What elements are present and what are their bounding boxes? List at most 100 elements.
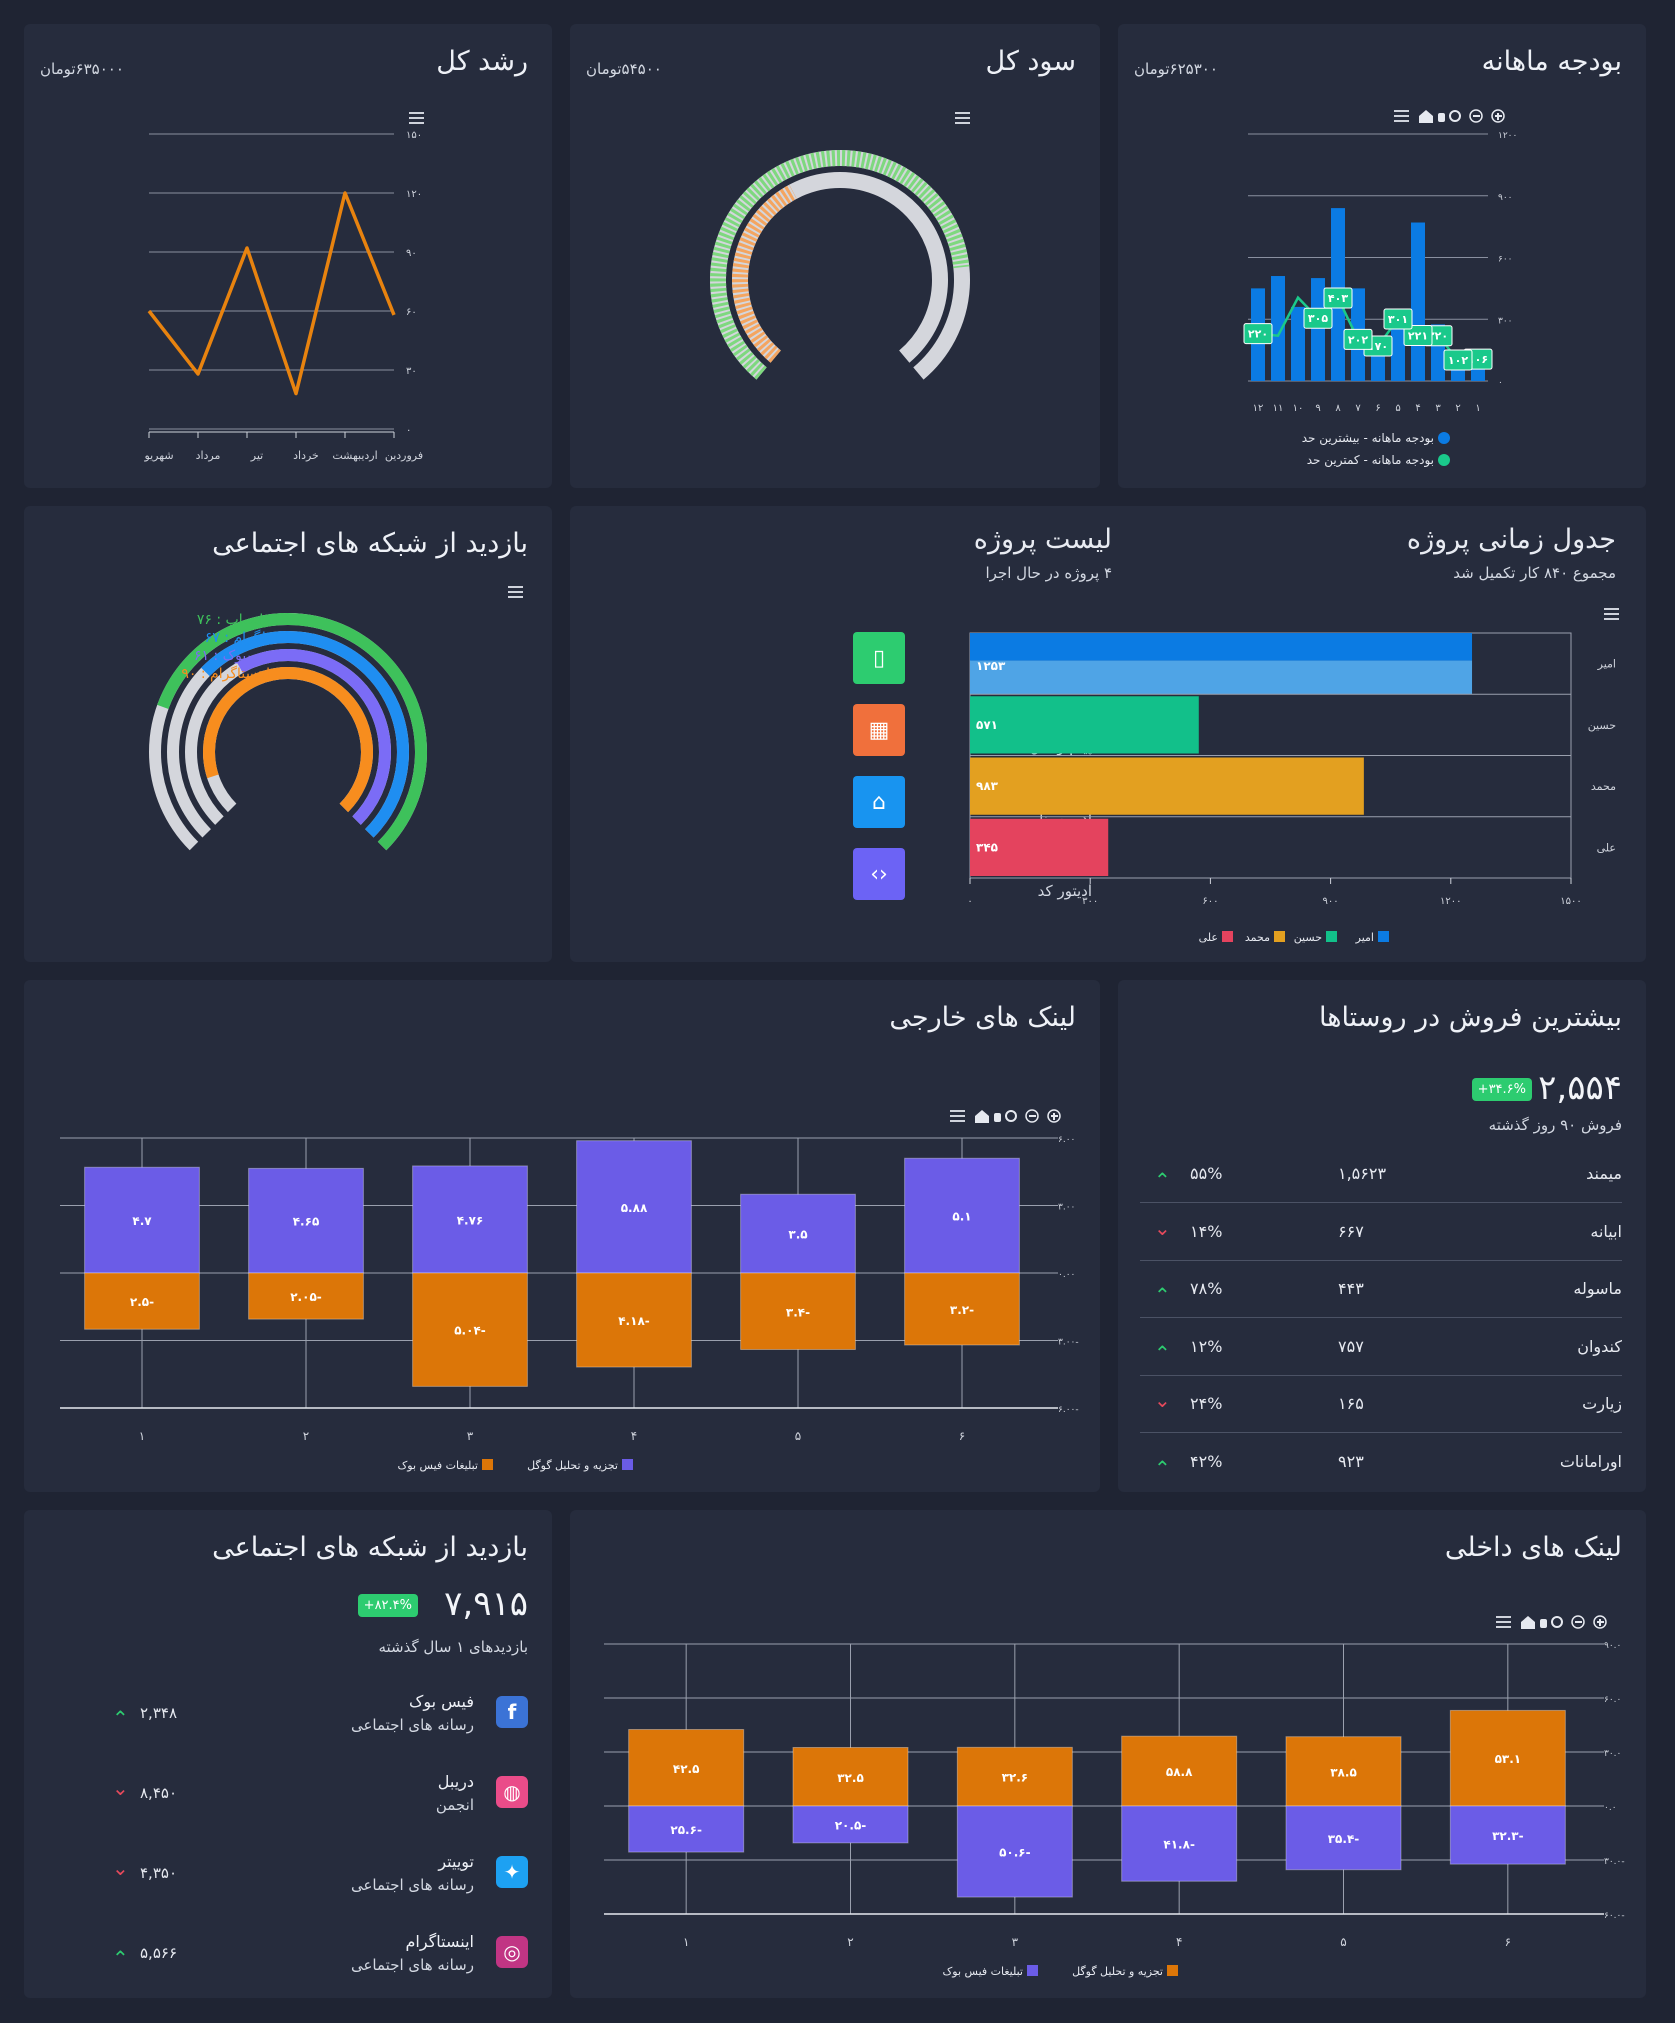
village-divider: [1140, 1202, 1622, 1203]
int-bar-label: ۳۲.۶: [1002, 1771, 1029, 1785]
timeline-bar: [970, 633, 1473, 661]
villages-subtitle: فروش ۹۰ روز گذشته: [1488, 1116, 1622, 1134]
social-legend-marker: [276, 613, 288, 625]
ext-zoom-in-icon: [1053, 1113, 1055, 1120]
village-pct: ۱۴%: [1190, 1221, 1223, 1241]
ext-pan-icon: [994, 1113, 1001, 1122]
ext-menu-icon: [950, 1115, 965, 1117]
int-menu-icon: [1496, 1626, 1511, 1628]
budget-x-tick: ۱۲: [1253, 403, 1264, 414]
ext-x-tick: ۶: [959, 1429, 965, 1443]
int-bar-label: ۵۳.۱: [1495, 1752, 1522, 1766]
social-menu-icon: [508, 591, 523, 593]
budget-menu-icon: [1394, 110, 1409, 112]
timeline-menu-icon: [1604, 608, 1619, 610]
projects-timeline-card: لیست پروژه ۴ پروژه در حال اجرا ▯برنامه ا…: [570, 506, 1646, 962]
int-menu-icon: [1496, 1616, 1511, 1618]
timeline-legend-marker: [1274, 931, 1285, 942]
ext-legend-marker: [622, 1459, 633, 1470]
arrow-up-icon: ⌃: [1154, 1283, 1171, 1307]
int-y-tick: ۶۰.۰: [1604, 1695, 1621, 1705]
budget-x-tick: ۱۱: [1273, 403, 1284, 414]
social-name[interactable]: توییتر: [438, 1852, 474, 1871]
village-pct: ۷۸%: [1190, 1279, 1223, 1298]
ext-bar-label: ۵.۱: [952, 1210, 971, 1224]
ext-links-card: لینک های خارجی ۶.۰۰ ۳.۰۰ ۰.۰۰ ۳.۰۰- ۶.۰۰- ۱ ۴.…: [24, 980, 1100, 1492]
arrow-up-icon: ⌃: [112, 1706, 129, 1730]
timeline-y-tick: محمد: [1591, 780, 1616, 793]
arrow-down-icon: ⌄: [1154, 1388, 1171, 1412]
int-bar-label: ۳۲.۵: [837, 1771, 864, 1785]
int-bar-label: ۲۰.۵-: [835, 1818, 867, 1832]
social-legend-label: فیسبوک : ۶۱: [194, 648, 270, 664]
growth-card: رشد کل ۶۳۵۰۰۰تومان ۰ ۳۰ ۶۰ ۹۰ ۱۲۰ ۱۵۰ فروردین ا…: [24, 24, 552, 488]
growth-y-tick: ۹۰: [406, 248, 417, 259]
int-zoom-in-icon: [1599, 1619, 1601, 1626]
int-x-tick: ۶: [1505, 1935, 1511, 1949]
social-radial-chart: واتساپ : ۷۶تلگرام : ۶۷ فیسبوک : ۶۱اینستاگ…: [149, 586, 523, 851]
ext-bar-label: ۲.۰۵-: [290, 1290, 322, 1304]
timeline-menu-icon: [1604, 613, 1619, 615]
village-value: ۱۶۵: [1338, 1394, 1364, 1413]
int-bar-label: ۴۱.۸-: [1163, 1838, 1195, 1852]
arrow-down-icon: ⌄: [1154, 1215, 1171, 1240]
ext-menu-icon: [950, 1110, 965, 1112]
growth-menu-icon: [409, 117, 424, 119]
timeline-legend-marker: [1222, 931, 1233, 942]
social-name[interactable]: فیس بوک: [409, 1692, 474, 1711]
int-links-card: لینک های داخلی ۹۰.۰ ۶۰.۰ ۳۰.۰ ۰.۰ ۳۰.۰- ۶۰.۰-…: [570, 1510, 1646, 1998]
growth-y-tick: ۰: [406, 425, 411, 436]
timeline-legend-label: حسین: [1294, 931, 1322, 944]
budget-legend-label: بودجه ماهانه - بیشترین حد: [1302, 431, 1434, 446]
budget-data-label: ۳۰۱: [1388, 313, 1408, 326]
ext-x-tick: ۲: [303, 1429, 309, 1443]
instagram-icon: ◎: [496, 1936, 528, 1968]
budget-data-label: ۲۰۲: [1348, 333, 1368, 346]
ext-bar-label: ۵.۰۴-: [454, 1324, 486, 1338]
int-pan-icon: [1540, 1619, 1547, 1628]
social-value: ۵,۵۶۶: [140, 1944, 177, 1962]
profit-card: سود کل ۵۴۵۰۰تومان: [570, 24, 1100, 488]
budget-legend-label: بودجه ماهانه - کمترین حد: [1307, 453, 1434, 468]
social-value: ۲,۳۴۸: [140, 1704, 177, 1722]
growth-x-tick: فروردین: [385, 449, 423, 462]
dribbble-icon: ◍: [496, 1776, 528, 1808]
village-name: ماسوله: [1573, 1279, 1622, 1298]
villages-badge: +۳۴.۶%: [1471, 1078, 1532, 1101]
budget-zoom-icon: [1449, 110, 1461, 122]
timeline-x-tick: ۱۵۰۰: [1560, 896, 1581, 907]
village-value: ۹۲۳: [1338, 1451, 1364, 1471]
timeline-y-tick: امیر: [1597, 658, 1616, 671]
social-bar-3: [203, 667, 373, 813]
social-name[interactable]: دریبل: [438, 1772, 474, 1791]
village-name: زیارت: [1582, 1394, 1622, 1413]
ext-x-tick: ۵: [795, 1429, 801, 1443]
budget-x-tick: ۵: [1395, 403, 1400, 414]
village-name: اورامانات: [1559, 1451, 1622, 1471]
social-list-card: بازدید از شبکه های اجتماعی ۷,۹۱۵ +۸۲.۴% …: [24, 1510, 552, 1998]
arrow-up-icon: ⌃: [1154, 1168, 1171, 1192]
int-x-tick: ۲: [847, 1935, 853, 1949]
social-name[interactable]: اینستاگرام: [406, 1932, 475, 1951]
social-sub: رسانه های اجتماعی: [350, 1876, 474, 1894]
profit-track: [732, 172, 948, 363]
village-divider: [1140, 1259, 1622, 1261]
ext-bar-label: ۳.۵: [788, 1228, 807, 1242]
profit-menu-icon: [955, 122, 970, 124]
int-bar-label: ۲۵.۶-: [670, 1823, 702, 1837]
int-bar-label: ۳۸.۵: [1330, 1765, 1357, 1779]
int-x-tick: ۴: [1176, 1935, 1182, 1949]
ext-bar-label: ۴.۱۸-: [618, 1314, 650, 1328]
social-legend-label: اینستاگرام : ۹۰: [181, 665, 270, 682]
growth-x-tick: مرداد: [196, 449, 221, 462]
social-menu-icon: [508, 586, 523, 588]
int-legend-label: تبلیغات فیس بوک: [942, 1965, 1023, 1978]
growth-series-line: [147, 191, 396, 396]
budget-y-tick: ۶۰۰: [1498, 255, 1513, 265]
ext-x-tick: ۱: [139, 1429, 145, 1443]
social-legend-label: واتساپ : ۷۶: [197, 612, 270, 628]
int-bar-label: ۵۰.۶-: [999, 1846, 1031, 1860]
timeline-bar-label: ۵۷۱: [976, 718, 998, 732]
timeline-x-tick: ۳۰۰: [1082, 896, 1098, 907]
timeline-bar: [970, 696, 1199, 754]
